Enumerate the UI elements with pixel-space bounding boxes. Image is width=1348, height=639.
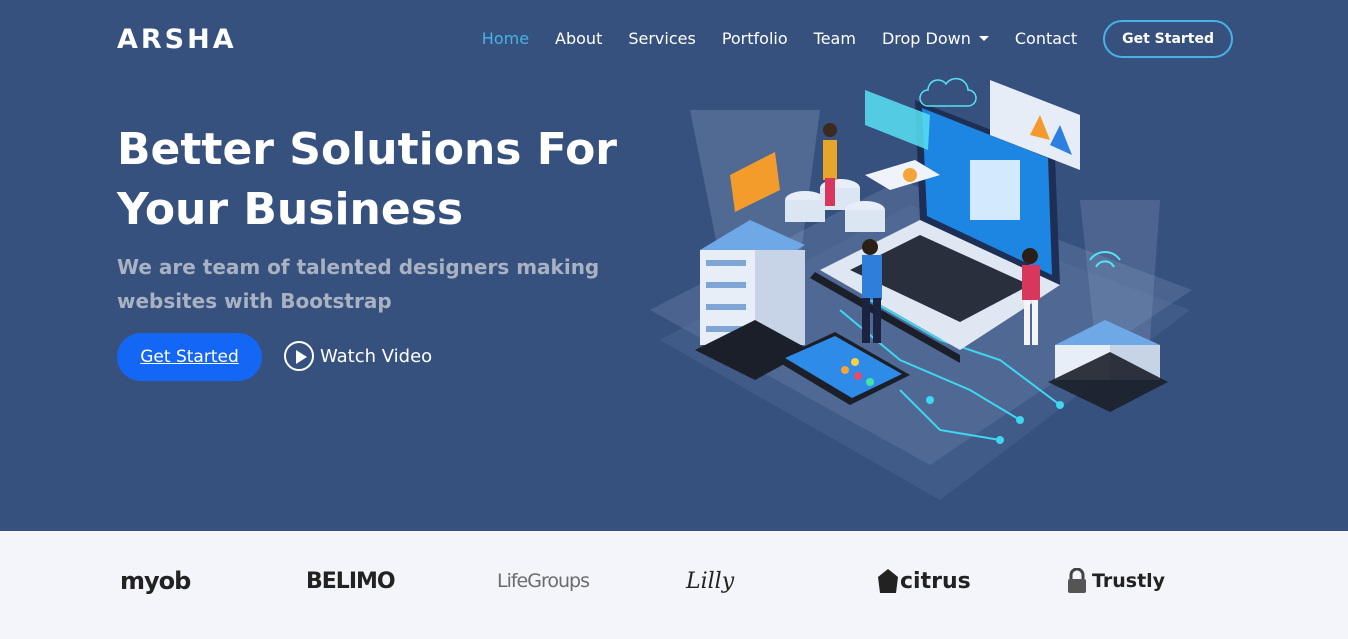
nav-get-started-button[interactable]: Get Started — [1103, 19, 1233, 58]
client-logo-myob: myob — [120, 567, 191, 595]
watch-video-label: Watch Video — [320, 345, 433, 367]
chevron-down-icon — [978, 36, 989, 41]
site-logo[interactable]: ARSHA — [117, 24, 237, 55]
nav-services[interactable]: Services — [628, 29, 695, 48]
get-started-button[interactable]: Get Started — [117, 333, 262, 381]
watch-video-link[interactable]: Watch Video — [284, 340, 432, 372]
clients-bar: myob BELIMO LifeGroups Lilly citrus Trus… — [0, 531, 1348, 639]
client-logo-trustly: Trustly — [1066, 561, 1165, 601]
nav-team[interactable]: Team — [814, 29, 856, 48]
nav-portfolio[interactable]: Portfolio — [722, 29, 788, 48]
client-logo-belimo: BELIMO — [306, 568, 396, 594]
client-logo-citrus-label: citrus — [900, 568, 971, 594]
hero-subtitle: We are team of talented designers making… — [117, 255, 600, 313]
hero-title-line1: Better Solutions For — [117, 124, 618, 175]
client-logo-lilly: Lilly — [686, 568, 735, 594]
lock-icon — [1068, 568, 1086, 593]
nav-dropdown-label: Drop Down — [881, 29, 971, 48]
hero-title: Better Solutions For Your Business — [117, 120, 677, 240]
hero-section: ARSHA Home About Services Portfolio Team… — [0, 0, 1348, 531]
main-nav: Home About Services Portfolio Team Drop … — [482, 17, 1233, 60]
nav-about[interactable]: About — [555, 29, 602, 48]
client-logo-lifegroups: LifeGroups — [497, 570, 590, 592]
play-icon — [284, 341, 314, 371]
citrus-mark-icon — [878, 569, 898, 593]
client-logo-trustly-label: Trustly — [1092, 570, 1166, 592]
hero-illustration — [650, 77, 1192, 500]
hero-title-line2: Your Business — [117, 184, 464, 235]
client-logo-citrus: citrus — [878, 561, 971, 601]
nav-home[interactable]: Home — [482, 29, 529, 48]
nav-contact[interactable]: Contact — [1015, 29, 1077, 48]
hero-text: Better Solutions For Your Business We ar… — [117, 120, 677, 318]
nav-dropdown[interactable]: Drop Down — [882, 29, 989, 48]
